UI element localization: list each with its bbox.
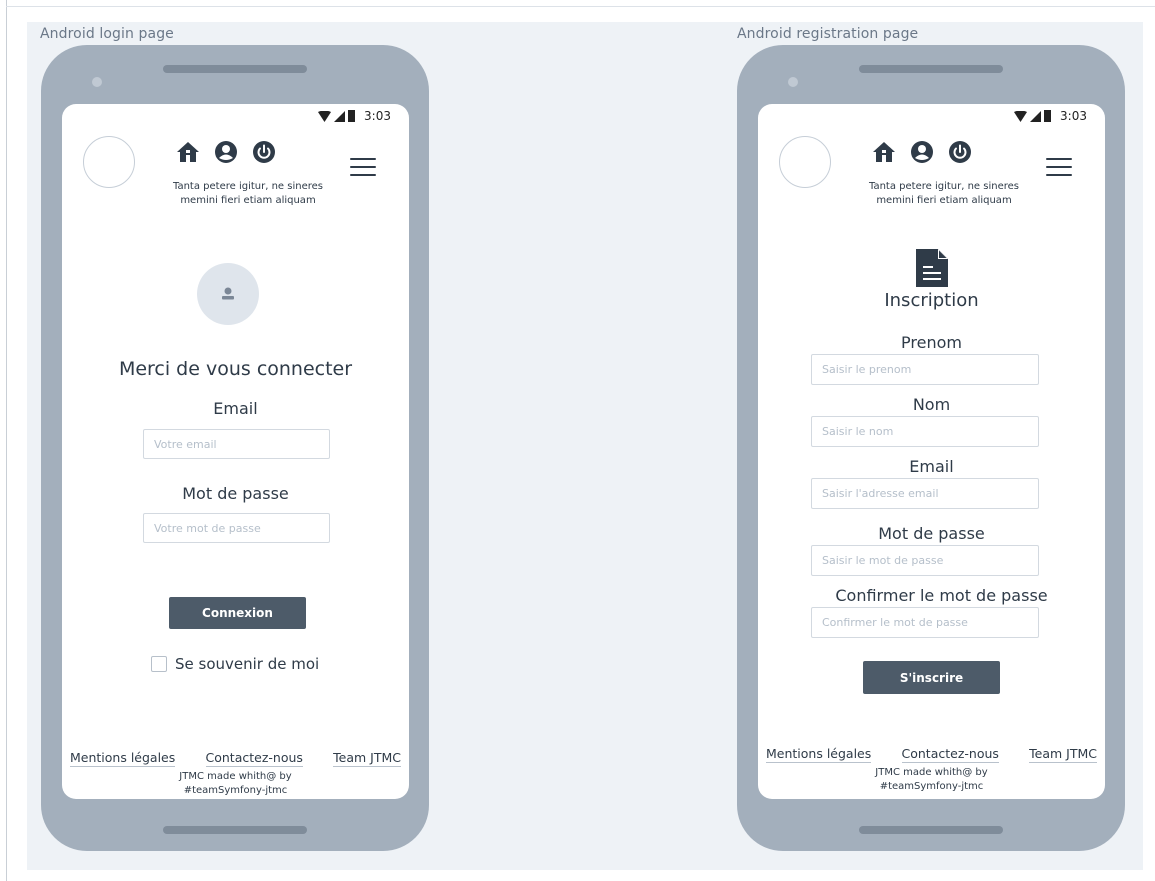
document-icon: [916, 249, 948, 287]
confirm-password-label: Confirmer le mot de passe: [835, 586, 1048, 605]
register-screen: 3:03 Tanta petere igitur, ne sineres mem…: [758, 104, 1105, 799]
firstname-label: Prenom: [901, 333, 962, 352]
signal-icon: [334, 110, 346, 122]
status-time: 3:03: [1060, 109, 1087, 123]
team-link[interactable]: Team JTMC: [1029, 746, 1097, 763]
phone-speaker: [163, 65, 307, 73]
header-nav-icons: [176, 140, 276, 164]
team-link[interactable]: Team JTMC: [333, 750, 401, 767]
footer-credit: JTMC made whith@ by #teamSymfony-jtmc: [758, 766, 1105, 794]
avatar-placeholder[interactable]: [779, 136, 831, 188]
register-frame-title: Android registration page: [737, 26, 919, 42]
email-label: Email: [909, 457, 954, 476]
tagline-line-2: memini fieri etiam aliquam: [876, 195, 1012, 206]
contact-link[interactable]: Contactez-nous: [901, 746, 999, 763]
top-guide-line: [6, 6, 1155, 7]
status-bar: 3:03: [1014, 108, 1087, 124]
login-heading: Merci de vous connecter: [118, 358, 353, 380]
phone-camera: [788, 77, 798, 87]
power-icon[interactable]: [948, 140, 972, 164]
home-icon[interactable]: [176, 140, 200, 164]
legal-link[interactable]: Mentions légales: [70, 750, 176, 767]
phone-home-bar: [163, 826, 307, 834]
password-input[interactable]: [143, 513, 330, 543]
tagline-line-2: memini fieri etiam aliquam: [180, 195, 316, 206]
password-input[interactable]: [811, 545, 1039, 576]
password-label: Mot de passe: [878, 524, 985, 543]
user-badge: [197, 263, 259, 325]
account-icon[interactable]: [214, 140, 238, 164]
confirm-password-input[interactable]: [811, 607, 1039, 638]
phone-home-bar: [859, 826, 1003, 834]
home-icon[interactable]: [872, 140, 896, 164]
battery-icon: [348, 110, 356, 122]
avatar-placeholder[interactable]: [83, 136, 135, 188]
firstname-input[interactable]: [811, 354, 1039, 385]
power-icon[interactable]: [252, 140, 276, 164]
tagline-line-1: Tanta petere igitur, ne sineres: [173, 181, 323, 192]
footer-credit: JTMC made whith@ by #teamSymfony-jtmc: [62, 770, 409, 798]
user-icon: [222, 287, 234, 300]
credit-line-1: JTMC made whith@ by: [179, 771, 292, 782]
email-input[interactable]: [811, 478, 1039, 509]
left-guide-line: [6, 0, 7, 881]
status-time: 3:03: [364, 109, 391, 123]
login-phone-mockup: 3:03 Tanta petere igitur, ne sineres mem…: [41, 45, 429, 851]
email-label: Email: [213, 399, 258, 418]
footer-links: Mentions légales Contactez-nous Team JTM…: [70, 750, 401, 767]
header-tagline: Tanta petere igitur, ne sineres memini f…: [844, 180, 1044, 208]
login-button[interactable]: Connexion: [169, 597, 306, 629]
phone-camera: [92, 77, 102, 87]
login-screen: 3:03 Tanta petere igitur, ne sineres mem…: [62, 104, 409, 799]
footer-links: Mentions légales Contactez-nous Team JTM…: [766, 746, 1097, 763]
credit-line-2: #teamSymfony-jtmc: [879, 781, 984, 792]
lastname-label: Nom: [912, 395, 951, 414]
lastname-input[interactable]: [811, 416, 1039, 447]
hamburger-menu-icon[interactable]: [350, 158, 376, 176]
register-phone-mockup: 3:03 Tanta petere igitur, ne sineres mem…: [737, 45, 1125, 851]
account-icon[interactable]: [910, 140, 934, 164]
hamburger-menu-icon[interactable]: [1046, 158, 1072, 176]
login-frame-title: Android login page: [40, 26, 174, 42]
register-button[interactable]: S'inscrire: [863, 661, 1000, 694]
phone-speaker: [859, 65, 1003, 73]
credit-line-1: JTMC made whith@ by: [875, 767, 988, 778]
header-nav-icons: [872, 140, 972, 164]
wifi-icon: [318, 110, 332, 122]
remember-me-checkbox[interactable]: [151, 656, 167, 672]
credit-line-2: #teamSymfony-jtmc: [183, 785, 288, 796]
contact-link[interactable]: Contactez-nous: [205, 750, 303, 767]
email-input[interactable]: [143, 429, 330, 459]
tagline-line-1: Tanta petere igitur, ne sineres: [869, 181, 1019, 192]
legal-link[interactable]: Mentions légales: [766, 746, 872, 763]
remember-me[interactable]: Se souvenir de moi: [151, 655, 319, 673]
wifi-icon: [1014, 110, 1028, 122]
register-heading: Inscription: [884, 290, 979, 311]
battery-icon: [1044, 110, 1052, 122]
header-tagline: Tanta petere igitur, ne sineres memini f…: [148, 180, 348, 208]
status-bar: 3:03: [318, 108, 391, 124]
password-label: Mot de passe: [182, 484, 289, 503]
remember-me-label: Se souvenir de moi: [175, 655, 320, 673]
signal-icon: [1030, 110, 1042, 122]
